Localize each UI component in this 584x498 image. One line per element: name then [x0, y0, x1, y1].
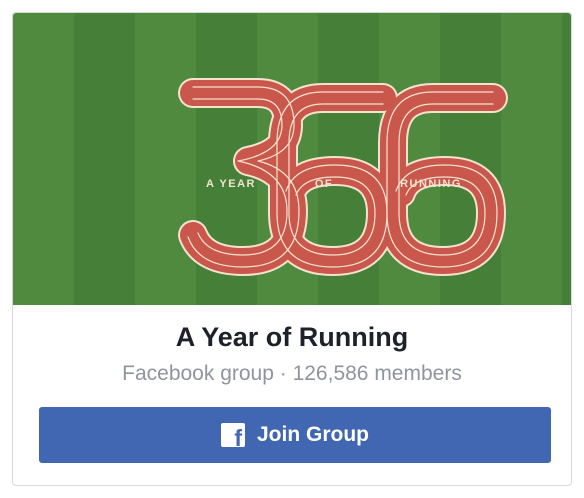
group-card: A YEAR OF RUNNING A Year of Running Face…: [12, 12, 572, 486]
cover-word-running: RUNNING: [400, 178, 462, 190]
group-meta: Facebook group · 126,586 members: [122, 362, 462, 385]
facebook-f-icon: f: [221, 423, 245, 447]
join-group-label: Join Group: [257, 423, 369, 446]
group-cover-image[interactable]: A YEAR OF RUNNING: [13, 13, 571, 305]
cover-word-a-year: A YEAR: [206, 178, 256, 190]
cover-word-of: OF: [315, 178, 333, 190]
group-name[interactable]: A Year of Running: [13, 321, 571, 353]
join-group-button[interactable]: f Join Group: [39, 407, 551, 463]
